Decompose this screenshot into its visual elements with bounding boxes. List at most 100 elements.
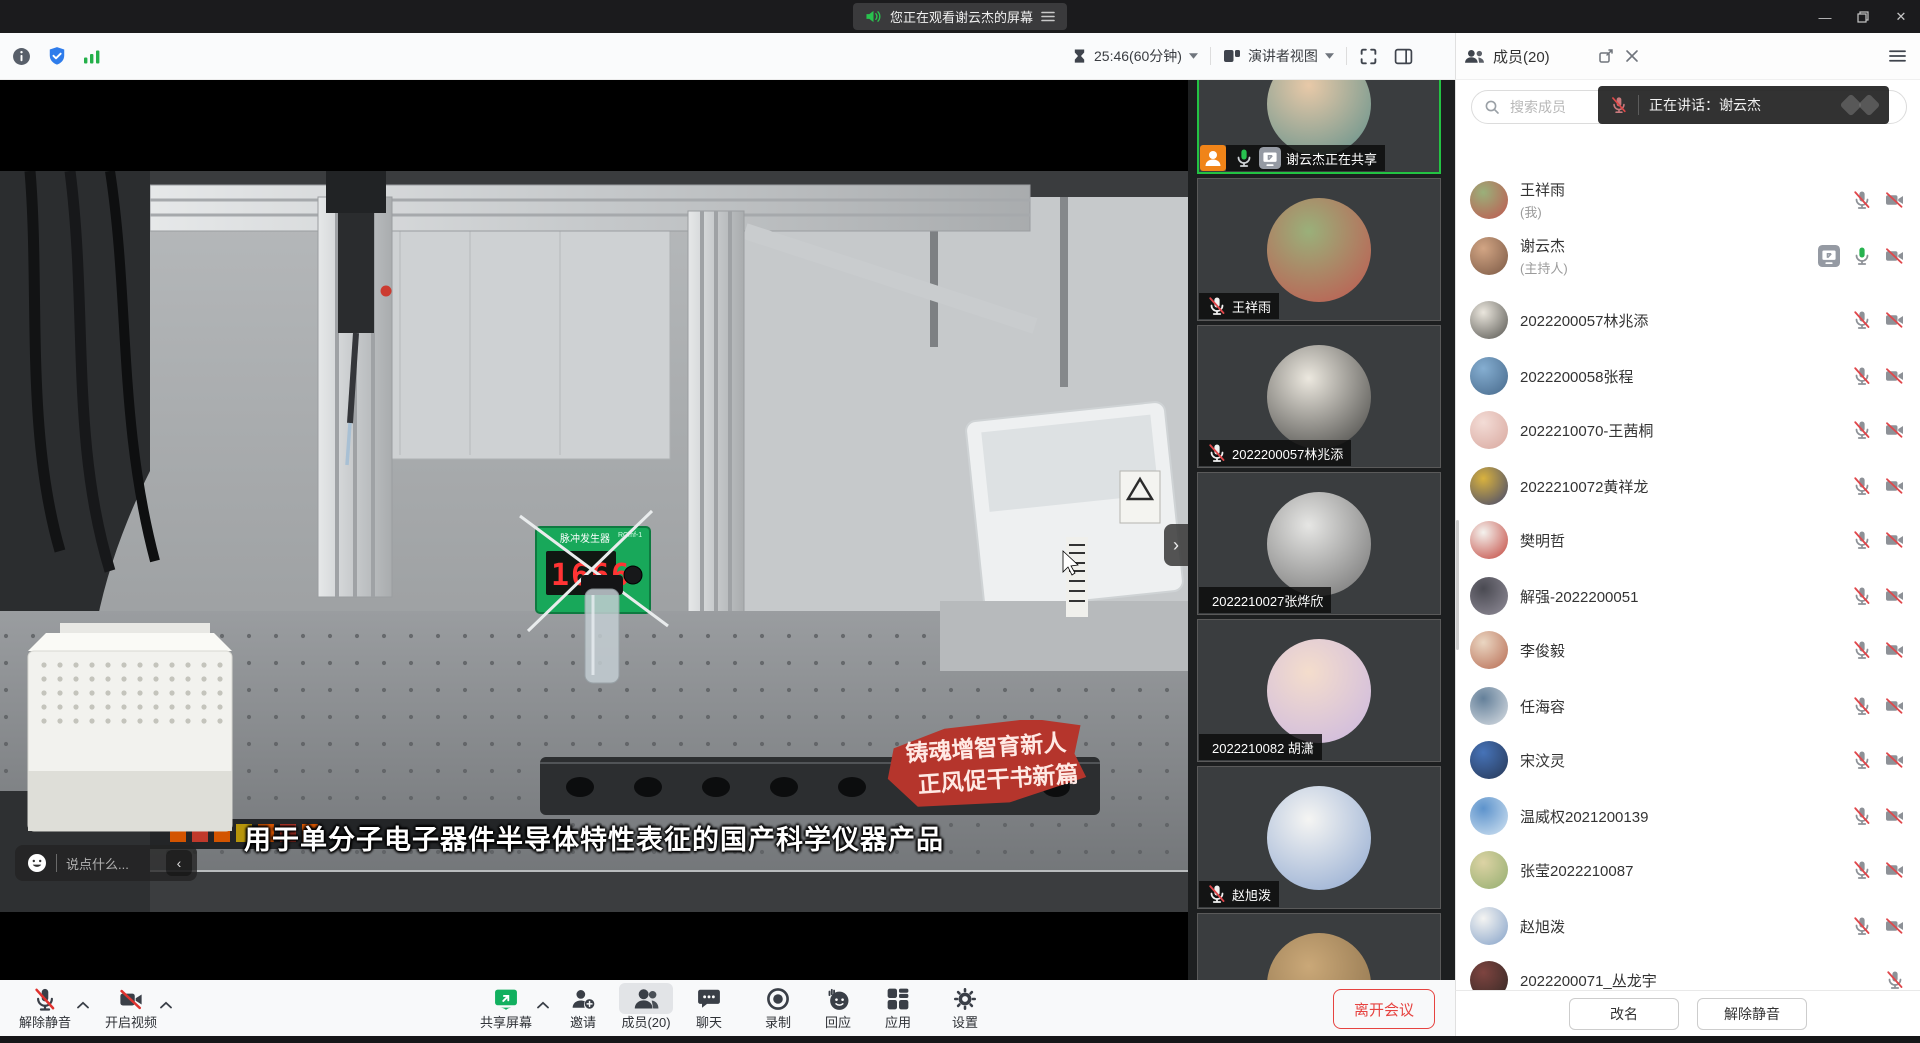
mic-off-icon — [1852, 860, 1872, 880]
toolbar-item-10[interactable]: 设置 — [920, 980, 1010, 1036]
security-shield-icon[interactable] — [47, 46, 67, 66]
member-name: 赵旭泼 — [1520, 916, 1565, 937]
view-mode-button[interactable]: 演讲者视图 — [1248, 46, 1318, 66]
member-row[interactable]: 赵旭泼 — [1456, 904, 1920, 948]
member-row[interactable]: 张莹2022210087 — [1456, 848, 1920, 892]
avatar — [1267, 492, 1371, 596]
mic-off-icon — [1852, 190, 1872, 210]
bottom-toolbar: 离开会议 解除静音 开启视频 共享屏幕 邀请 成员(20) 聊天 录制 回应 应… — [0, 980, 1455, 1036]
divider — [1346, 47, 1347, 65]
quick-chat-input[interactable]: 说点什么... ‹ — [15, 845, 197, 881]
cam-off-icon — [1884, 190, 1905, 210]
close-panel-icon[interactable] — [1625, 49, 1639, 63]
member-status-icons — [1852, 366, 1905, 386]
emoji-icon[interactable] — [27, 853, 47, 873]
mic-off-icon — [1885, 970, 1905, 990]
avatar — [1470, 301, 1508, 339]
member-name: 2022200071_丛龙宇 — [1520, 970, 1657, 991]
member-status-icons — [1852, 476, 1905, 496]
thumbnail-label: 王祥雨 — [1199, 293, 1279, 319]
rename-button[interactable]: 改名 — [1569, 998, 1679, 1030]
member-row[interactable]: 樊明哲 — [1456, 518, 1920, 562]
avatar — [1470, 687, 1508, 725]
svg-text:脉冲发生器: 脉冲发生器 — [560, 532, 610, 545]
member-row[interactable]: 王祥雨 (我) — [1456, 178, 1920, 222]
cam-off-icon — [1884, 476, 1905, 496]
close-window-button[interactable]: ✕ — [1886, 5, 1916, 29]
panel-more-menu-icon[interactable] — [1889, 49, 1906, 63]
member-status-icons — [1852, 806, 1905, 826]
popout-panel-icon[interactable] — [1598, 48, 1614, 64]
member-row[interactable]: 谢云杰 (主持人) — [1456, 234, 1920, 278]
member-row[interactable]: 2022210072黄祥龙 — [1456, 464, 1920, 508]
member-row[interactable]: 2022200071_丛龙宇 — [1456, 958, 1920, 990]
strip-expand-tab[interactable]: › — [1164, 524, 1188, 566]
member-row[interactable]: 2022210070-王茜桐 — [1456, 408, 1920, 452]
participant-thumbnail[interactable]: 谢云杰正在共享 — [1197, 80, 1441, 174]
divider — [56, 854, 57, 872]
member-row[interactable]: 解强-2022200051 — [1456, 574, 1920, 618]
member-status-icons — [1852, 420, 1905, 440]
muted-mic-icon — [1610, 96, 1628, 114]
participant-thumbnail[interactable]: 2022210082 胡潇 — [1197, 619, 1441, 762]
mic-off-icon — [1852, 310, 1872, 330]
minimize-button[interactable]: — — [1810, 5, 1840, 29]
member-status-icons — [1852, 860, 1905, 880]
member-row[interactable]: 李俊毅 — [1456, 628, 1920, 672]
cam-off-icon — [1884, 640, 1905, 660]
member-row[interactable]: 2022200058张程 — [1456, 354, 1920, 398]
members-panel: 正在讲话：谢云杰 王祥雨 (我) 谢云杰 (主持人) 2022200057林兆添… — [1455, 80, 1920, 990]
participant-thumbnail[interactable] — [1197, 913, 1441, 980]
members-duo-icon — [1464, 48, 1485, 65]
mic-on-icon — [1852, 246, 1872, 266]
member-name: 宋汶灵 — [1520, 750, 1565, 771]
watching-banner-text: 您正在观看谢云杰的屏幕 — [890, 7, 1033, 26]
chevron-up-icon[interactable] — [160, 1001, 172, 1009]
member-row[interactable]: 任海容 — [1456, 684, 1920, 728]
chat-collapse-icon[interactable]: ‹ — [166, 850, 192, 876]
cam-off-icon — [1884, 310, 1905, 330]
network-signal-icon[interactable] — [83, 49, 101, 64]
settings-icon — [953, 987, 977, 1011]
shared-screen-video[interactable]: 脉冲发生器 RCmf-1 1666 铸魂增智育新人 正风促干书新篇 用于单分子电… — [0, 80, 1188, 980]
react-icon — [826, 987, 851, 1011]
member-row[interactable]: 宋汶灵 — [1456, 738, 1920, 782]
mic-off-icon — [1852, 366, 1872, 386]
member-name: 张莹2022210087 — [1520, 860, 1633, 881]
banner-menu-icon[interactable] — [1041, 11, 1055, 22]
thumbnail-label: 2022210082 胡潇 — [1199, 734, 1322, 760]
participant-thumbnail[interactable]: 赵旭泼 — [1197, 766, 1441, 909]
panel-scrollbar[interactable] — [1456, 520, 1459, 650]
share-icon — [1259, 147, 1281, 169]
chat-icon — [697, 987, 722, 1011]
mic-off-icon — [1852, 476, 1872, 496]
participant-thumbnail[interactable]: 2022210027张烨欣 — [1197, 472, 1441, 615]
fullscreen-icon[interactable] — [1359, 47, 1378, 66]
leave-meeting-button[interactable]: 离开会议 — [1333, 989, 1435, 1029]
restore-button[interactable] — [1848, 5, 1878, 29]
participant-thumbnail[interactable]: 2022200057林兆添 — [1197, 325, 1441, 468]
unmute-button[interactable]: 解除静音 — [1697, 998, 1807, 1030]
host-badge-icon — [1200, 145, 1226, 171]
member-row[interactable]: 2022200057林兆添 — [1456, 298, 1920, 342]
cam-off-icon — [1884, 586, 1905, 606]
member-name: 2022210070-王茜桐 — [1520, 420, 1653, 441]
member-name: 解强-2022200051 — [1520, 586, 1638, 607]
cam-off-icon — [1884, 420, 1905, 440]
timer-icon — [1072, 48, 1087, 64]
member-name: 温威权2021200139 — [1520, 806, 1648, 827]
view-caret-icon[interactable] — [1325, 53, 1334, 59]
avatar — [1470, 411, 1508, 449]
avatar — [1470, 851, 1508, 889]
member-row[interactable]: 温威权2021200139 — [1456, 794, 1920, 838]
side-panel-toggle-icon[interactable] — [1394, 48, 1413, 65]
members-panel-header: 成员(20) — [1455, 33, 1920, 80]
participant-thumbnail[interactable]: 王祥雨 — [1197, 178, 1441, 321]
info-icon[interactable] — [12, 47, 31, 66]
meeting-timer[interactable]: 25:46(60分钟) — [1094, 46, 1182, 66]
chat-placeholder[interactable]: 说点什么... — [66, 854, 157, 873]
timer-caret-icon[interactable] — [1189, 53, 1198, 59]
record-icon — [766, 987, 790, 1011]
share-screen-icon — [493, 987, 519, 1012]
avatar — [1267, 345, 1371, 449]
